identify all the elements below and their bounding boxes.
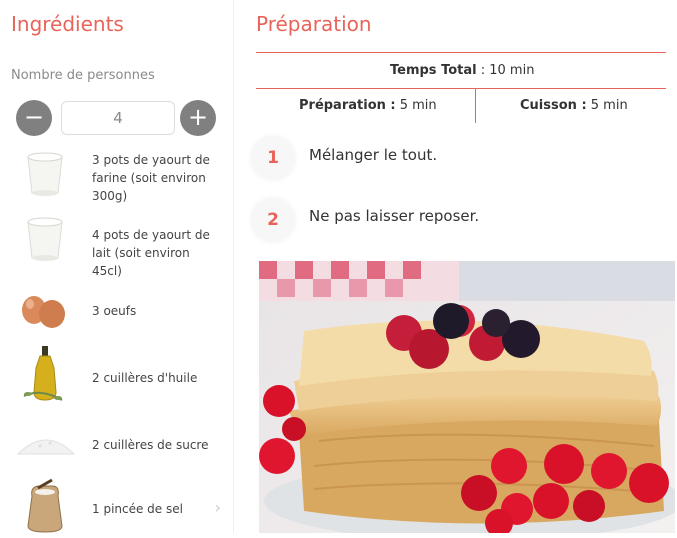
persons-quantity-field[interactable]: 4 <box>61 101 175 135</box>
time-divider <box>475 89 476 123</box>
cook-time-value: 5 min <box>586 98 628 113</box>
cook-time: Cuisson : 5 min <box>520 98 628 113</box>
step-text: Ne pas laisser reposer. <box>309 207 480 225</box>
ingredient-item[interactable]: 3 pots de yaourt de farine (soit environ… <box>10 145 225 203</box>
ingredient-item[interactable]: 4 pots de yaourt de lait (soit environ 4… <box>10 212 225 278</box>
yogurt-pot-icon <box>10 145 80 203</box>
cook-time-label: Cuisson : <box>520 98 587 113</box>
prep-time-value: 5 min <box>395 98 437 113</box>
top-rule <box>256 52 666 53</box>
total-time: Temps Total : 10 min <box>390 63 534 78</box>
prep-time-label: Préparation : <box>299 98 396 113</box>
step-number: 1 <box>251 136 295 180</box>
persons-label: Nombre de personnes <box>11 68 155 83</box>
oil-bottle-icon <box>10 344 80 402</box>
persons-stepper: − 4 + <box>16 100 218 136</box>
ingredients-title: Ingrédients <box>11 12 124 36</box>
total-time-label: Temps Total <box>390 63 477 78</box>
middle-rule <box>256 88 666 89</box>
prep-time: Préparation : 5 min <box>299 98 437 113</box>
ingredient-text: 3 pots de yaourt de farine (soit environ… <box>92 153 210 203</box>
total-time-value: : 10 min <box>476 63 535 78</box>
ingredient-text: 4 pots de yaourt de lait (soit environ 4… <box>92 228 210 278</box>
step-text: Mélanger le tout. <box>309 146 438 164</box>
ingredient-item[interactable]: 3 oeufs <box>10 280 225 338</box>
step-number: 2 <box>251 198 295 242</box>
increase-button[interactable]: + <box>180 100 216 136</box>
ingredient-text: 3 oeufs <box>92 304 137 318</box>
chevron-right-icon[interactable]: › <box>215 498 221 517</box>
yogurt-pot-icon <box>10 212 80 270</box>
crepes-photo <box>259 261 675 533</box>
ingredient-text: 2 cuillères de sucre <box>92 438 209 452</box>
ingredient-text: 2 cuillères d'huile <box>92 371 198 385</box>
preparation-panel: Préparation Temps Total : 10 min Prépara… <box>245 0 677 533</box>
panel-divider <box>233 0 234 533</box>
eggs-icon <box>10 280 80 338</box>
ingredient-item[interactable]: 2 cuillères d'huile <box>10 344 225 402</box>
ingredient-item[interactable]: 2 cuillères de sucre <box>10 412 225 470</box>
ingredient-text: 1 pincée de sel <box>92 502 183 516</box>
preparation-title: Préparation <box>256 12 372 36</box>
ingredient-item[interactable]: 1 pincée de sel › <box>10 476 225 534</box>
salt-sack-icon <box>10 476 80 534</box>
ingredients-panel: Ingrédients Nombre de personnes − 4 + 3 … <box>0 0 232 533</box>
sugar-icon <box>10 412 80 470</box>
decrease-button[interactable]: − <box>16 100 52 136</box>
